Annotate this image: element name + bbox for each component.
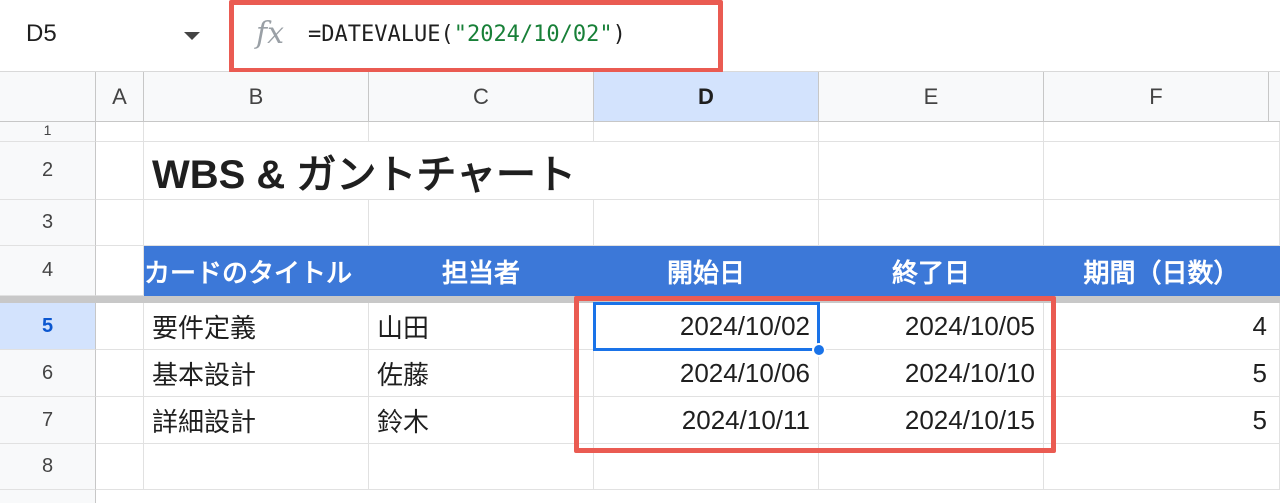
cell-task[interactable]: 詳細設計 [144, 397, 369, 444]
header-task-title[interactable]: カードのタイトル [144, 246, 369, 296]
cell-duration[interactable]: 5 [1044, 397, 1280, 444]
column-header-b[interactable]: B [144, 72, 369, 122]
cell-duration[interactable]: 4 [1044, 303, 1280, 350]
cell-c8[interactable] [369, 444, 594, 490]
cell-b3[interactable] [144, 200, 369, 246]
cell-assignee[interactable]: 佐藤 [369, 350, 594, 397]
cell-a2[interactable] [96, 142, 144, 200]
cell-task[interactable]: 要件定義 [144, 303, 369, 350]
cell-f1[interactable] [1044, 122, 1280, 142]
sheet-title[interactable]: WBS & ガントチャート [144, 142, 594, 200]
cell-d3[interactable] [594, 200, 819, 246]
cell-a4[interactable] [96, 246, 144, 296]
column-header-d[interactable]: D [594, 72, 819, 122]
row-header-2[interactable]: 2 [0, 142, 96, 200]
cell-a3[interactable] [96, 200, 144, 246]
header-end-date[interactable]: 終了日 [819, 246, 1044, 296]
header-assignee[interactable]: 担当者 [369, 246, 594, 296]
header-duration[interactable]: 期間（日数） [1044, 246, 1280, 296]
cell-e2[interactable] [819, 142, 1044, 200]
cell-assignee[interactable]: 鈴木 [369, 397, 594, 444]
select-all-corner[interactable] [0, 72, 96, 122]
cell-f3[interactable] [1044, 200, 1280, 246]
cell-d1[interactable] [594, 122, 819, 142]
cell-a1[interactable] [96, 122, 144, 142]
column-header-f[interactable]: F [1044, 72, 1269, 122]
cell-a6[interactable] [96, 350, 144, 397]
header-start-date[interactable]: 開始日 [594, 246, 819, 296]
cell-e3[interactable] [819, 200, 1044, 246]
row-header-7[interactable]: 7 [0, 397, 96, 444]
row-header-4[interactable]: 4 [0, 246, 96, 296]
row-header-9[interactable] [0, 490, 96, 503]
row-header-1[interactable]: 1 [0, 122, 96, 142]
row-header-3[interactable]: 3 [0, 200, 96, 246]
row-header-5[interactable]: 5 [0, 303, 96, 350]
column-header-a[interactable]: A [96, 72, 144, 122]
cell-d2[interactable] [594, 142, 819, 200]
cell-task[interactable]: 基本設計 [144, 350, 369, 397]
cell-c3[interactable] [369, 200, 594, 246]
formula-highlight-box [229, 0, 723, 73]
cell-duration[interactable]: 5 [1044, 350, 1280, 397]
column-header-c[interactable]: C [369, 72, 594, 122]
dates-highlight-box [574, 296, 1056, 453]
row-header-6[interactable]: 6 [0, 350, 96, 397]
cell-f8[interactable] [1044, 444, 1280, 490]
cell-a7[interactable] [96, 397, 144, 444]
cell-e1[interactable] [819, 122, 1044, 142]
cell-f2[interactable] [1044, 142, 1280, 200]
row-header-8[interactable]: 8 [0, 444, 96, 490]
column-header-g[interactable] [1269, 72, 1280, 122]
cell-b1[interactable] [144, 122, 369, 142]
cell-a5[interactable] [96, 303, 144, 350]
cell-c1[interactable] [369, 122, 594, 142]
cell-a8[interactable] [96, 444, 144, 490]
name-box[interactable]: D5 [26, 20, 57, 48]
column-header-e[interactable]: E [819, 72, 1044, 122]
cell-assignee[interactable]: 山田 [369, 303, 594, 350]
cell-b8[interactable] [144, 444, 369, 490]
name-box-dropdown-icon[interactable] [184, 32, 200, 40]
